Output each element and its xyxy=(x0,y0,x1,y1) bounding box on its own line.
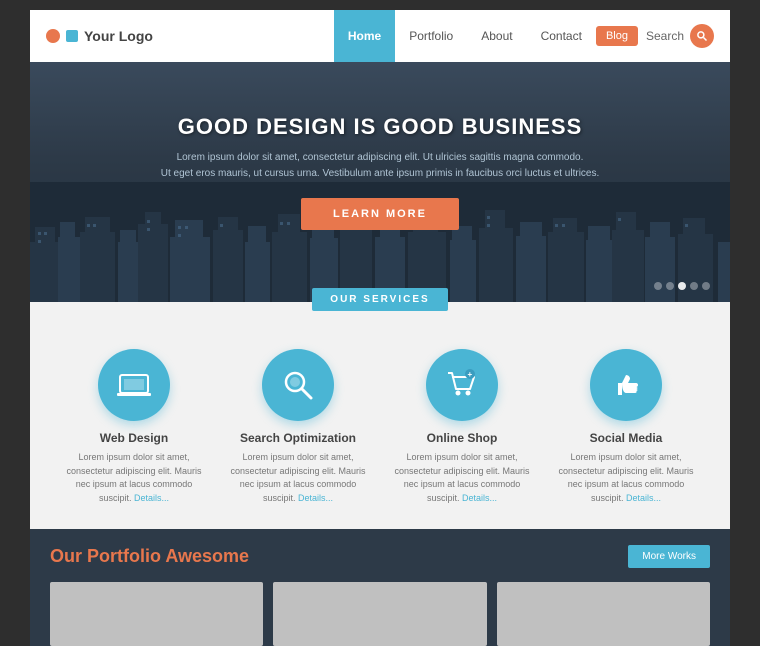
service-card-online-shop: + Online Shop Lorem ipsum dolor sit amet… xyxy=(388,349,536,505)
service-card-social-media: Social Media Lorem ipsum dolor sit amet,… xyxy=(552,349,700,505)
hero-content: Good Design is Good Business Lorem ipsum… xyxy=(81,114,680,230)
svg-text:+: + xyxy=(468,370,473,379)
dot-4[interactable] xyxy=(690,282,698,290)
logo-circle-icon xyxy=(46,29,60,43)
nav-item-portfolio[interactable]: Portfolio xyxy=(395,10,467,62)
service-name-search-opt: Search Optimization xyxy=(240,431,356,445)
service-card-search-optimization: Search Optimization Lorem ipsum dolor si… xyxy=(224,349,372,505)
service-desc-web-design: Lorem ipsum dolor sit amet, consectetur … xyxy=(60,451,208,505)
hero-dots xyxy=(654,282,710,290)
service-name-social-media: Social Media xyxy=(590,431,663,445)
web-design-icon-circle xyxy=(98,349,170,421)
dot-3[interactable] xyxy=(678,282,686,290)
service-desc-search-opt: Lorem ipsum dolor sit amet, consectetur … xyxy=(224,451,372,505)
service-card-web-design: Web Design Lorem ipsum dolor sit amet, c… xyxy=(60,349,208,505)
services-section: Our Services Web Design Lorem ipsum dolo… xyxy=(30,302,730,529)
portfolio-item-1[interactable] xyxy=(50,582,263,646)
service-link-online-shop[interactable]: Details... xyxy=(462,493,497,503)
service-name-online-shop: Online Shop xyxy=(427,431,498,445)
portfolio-section: Our Portfolio Awesome More Works xyxy=(30,529,730,646)
nav-item-contact[interactable]: Contact xyxy=(527,10,596,62)
services-grid: Web Design Lorem ipsum dolor sit amet, c… xyxy=(50,349,710,505)
service-desc-social-media: Lorem ipsum dolor sit amet, consectetur … xyxy=(552,451,700,505)
services-header: Our Services xyxy=(50,288,710,311)
nav-item-home[interactable]: Home xyxy=(334,10,395,62)
portfolio-grid xyxy=(50,582,710,646)
cart-icon: + xyxy=(444,367,480,403)
social-media-icon-circle xyxy=(590,349,662,421)
laptop-icon xyxy=(116,367,152,403)
services-badge: Our Services xyxy=(312,288,447,311)
logo-text: Your Logo xyxy=(84,28,153,44)
logo-area: Your Logo xyxy=(46,28,153,44)
service-desc-online-shop: Lorem ipsum dolor sit amet, consectetur … xyxy=(388,451,536,505)
search-label: Search xyxy=(646,29,684,43)
search-icon xyxy=(696,30,708,42)
hero-cta-button[interactable]: Learn More xyxy=(301,198,459,230)
portfolio-item-3[interactable] xyxy=(497,582,710,646)
search-optimization-icon-circle xyxy=(262,349,334,421)
nav-links: Home Portfolio About Contact Blog xyxy=(334,10,638,62)
thumbsup-icon xyxy=(608,367,644,403)
service-link-social-media[interactable]: Details... xyxy=(626,493,661,503)
hero-title: Good Design is Good Business xyxy=(161,114,600,140)
more-works-button[interactable]: More Works xyxy=(628,545,710,568)
navbar: Your Logo Home Portfolio About Contact B… xyxy=(30,10,730,62)
dot-1[interactable] xyxy=(654,282,662,290)
dot-2[interactable] xyxy=(666,282,674,290)
online-shop-icon-circle: + xyxy=(426,349,498,421)
logo-square-icon xyxy=(66,30,78,42)
magnifier-icon xyxy=(280,367,316,403)
service-name-web-design: Web Design xyxy=(100,431,168,445)
service-link-web-design[interactable]: Details... xyxy=(134,493,169,503)
search-button[interactable] xyxy=(690,24,714,48)
nav-item-blog[interactable]: Blog xyxy=(596,26,638,46)
hero-section: Good Design is Good Business Lorem ipsum… xyxy=(30,62,730,302)
service-link-search-opt[interactable]: Details... xyxy=(298,493,333,503)
nav-search: Search xyxy=(646,24,714,48)
nav-item-about[interactable]: About xyxy=(467,10,526,62)
dot-5[interactable] xyxy=(702,282,710,290)
page-wrapper: Your Logo Home Portfolio About Contact B… xyxy=(30,10,730,646)
portfolio-title: Our Portfolio Awesome xyxy=(50,546,249,567)
portfolio-item-2[interactable] xyxy=(273,582,486,646)
hero-subtitle: Lorem ipsum dolor sit amet, consectetur … xyxy=(161,150,600,182)
portfolio-header: Our Portfolio Awesome More Works xyxy=(50,545,710,568)
